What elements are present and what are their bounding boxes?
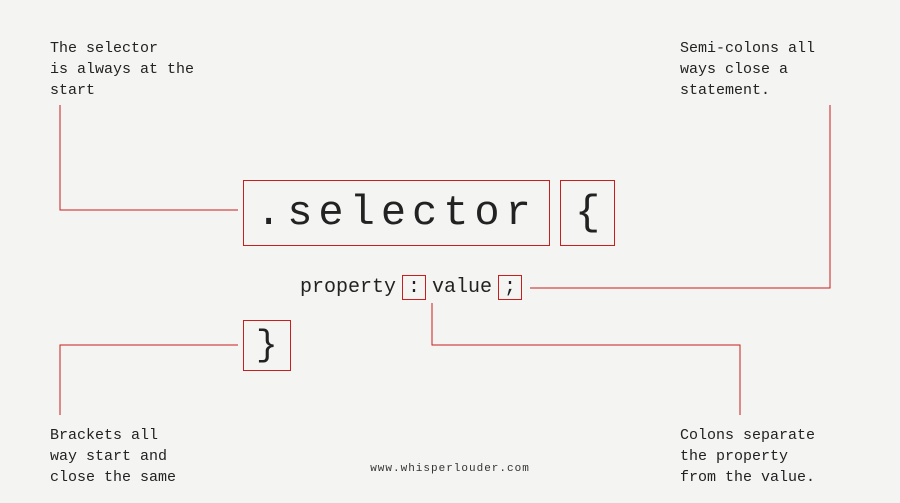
annotation-colon: Colons separatethe propertyfrom the valu… [680, 425, 815, 488]
code-property: property [300, 276, 396, 299]
code-colon-box: : [402, 275, 426, 300]
code-brace-close-box: } [243, 320, 291, 371]
code-value: value [432, 276, 492, 299]
annotation-brackets: Brackets allway start andclose the same [50, 425, 176, 488]
footer-url: www.whisperlouder.com [0, 463, 900, 475]
code-declaration-line: property : value ; [300, 275, 522, 300]
annotation-selector: The selectoris always at thestart [50, 38, 194, 101]
code-semicolon-box: ; [498, 275, 522, 300]
code-selector-box: .selector [243, 180, 550, 246]
code-brace-open-box: { [560, 180, 615, 246]
annotation-semicolon: Semi-colons allways close astatement. [680, 38, 815, 101]
